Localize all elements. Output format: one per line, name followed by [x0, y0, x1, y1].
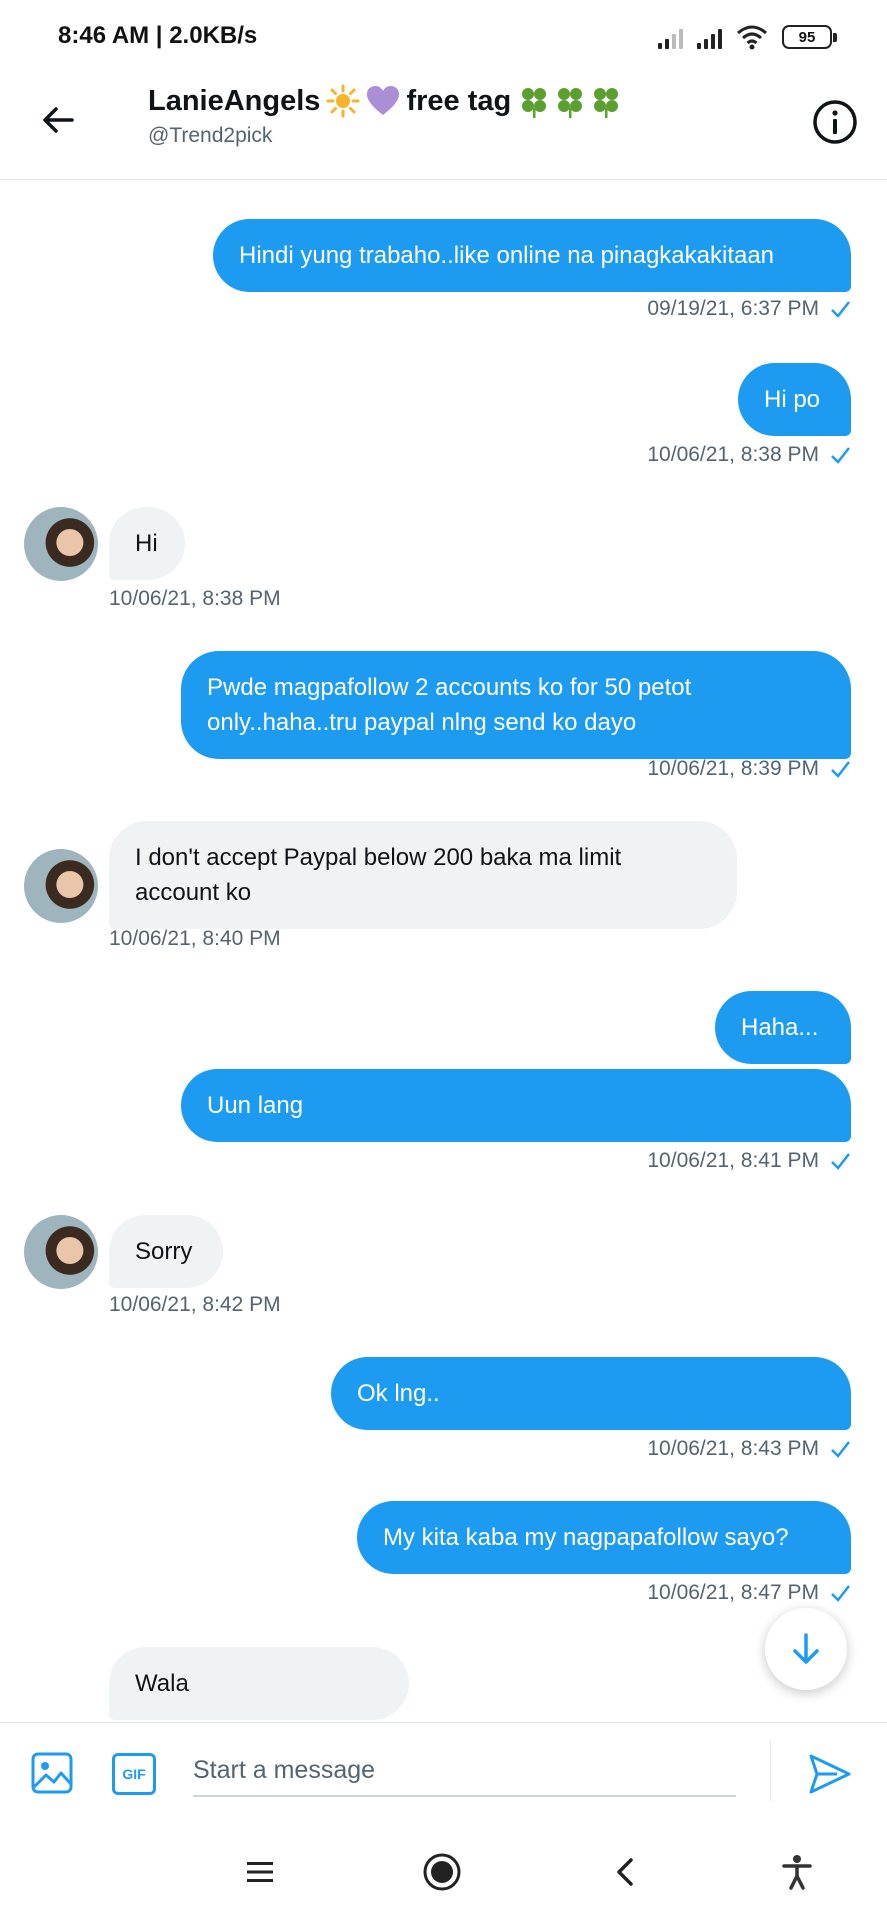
avatar[interactable]: [24, 507, 98, 581]
message-timestamp: 10/06/21, 8:38 PM: [109, 587, 281, 610]
message-bubble-received[interactable]: I don't accept Paypal below 200 baka ma …: [109, 821, 737, 929]
star-icon: [326, 84, 360, 118]
purple-heart-icon: [367, 86, 400, 115]
message-timestamp: 10/06/21, 8:47 PM: [647, 1581, 851, 1605]
system-navigation-bar: [0, 1824, 887, 1920]
avatar[interactable]: [24, 1215, 98, 1289]
message-bubble-sent[interactable]: Haha...: [715, 991, 851, 1064]
message-bubble-sent[interactable]: My kita kaba my nagpapafollow sayo?: [357, 1501, 851, 1574]
battery-icon: 95: [782, 25, 837, 49]
message-bubble-sent[interactable]: Hindi yung trabaho..like online na pinag…: [213, 219, 851, 292]
wifi-icon: [737, 25, 767, 50]
four-leaf-clover-icon: [522, 88, 619, 118]
conversation-header: LanieAngels free tag @Trend2pick: [0, 72, 887, 180]
message-timestamp: 09/19/21, 6:37 PM: [647, 297, 851, 321]
add-photo-button[interactable]: [30, 1751, 74, 1795]
conversation-handle: @Trend2pick: [148, 124, 273, 147]
info-icon: [813, 100, 857, 144]
read-check-icon: [831, 761, 850, 778]
composer-divider: [770, 1741, 771, 1801]
accessibility-icon: [782, 1855, 812, 1890]
status-icons: 95: [658, 22, 837, 52]
signal-2-icon: [697, 25, 722, 49]
menu-button[interactable]: [236, 1848, 284, 1896]
scroll-to-bottom-button[interactable]: [765, 1608, 847, 1690]
message-bubble-sent[interactable]: Hi po: [738, 363, 851, 436]
message-timestamp: 10/06/21, 8:39 PM: [647, 757, 851, 781]
message-timestamp: 10/06/21, 8:41 PM: [647, 1149, 851, 1173]
arrow-down-icon: [793, 1633, 819, 1664]
conversation-name: LanieAngels free tag: [148, 84, 623, 118]
message-bubble-sent[interactable]: Pwde magpafollow 2 accounts ko for 50 pe…: [181, 651, 851, 759]
home-circle-icon: [423, 1853, 461, 1891]
read-check-icon: [831, 1153, 850, 1170]
nav-back-button[interactable]: [601, 1848, 649, 1896]
home-button[interactable]: [418, 1848, 466, 1896]
signal-1-icon: [658, 25, 683, 49]
read-check-icon: [831, 447, 850, 464]
net-speed: 2.0KB/s: [169, 22, 258, 49]
conversation-info-button[interactable]: [811, 98, 859, 146]
message-composer: GIF: [0, 1722, 887, 1822]
read-check-icon: [831, 301, 850, 318]
message-bubble-sent[interactable]: Uun lang: [181, 1069, 851, 1142]
message-bubble-received[interactable]: Wala: [109, 1647, 409, 1720]
send-button[interactable]: [807, 1751, 853, 1797]
send-icon: [809, 1754, 851, 1794]
image-icon: [31, 1752, 73, 1794]
message-timestamp: 10/06/21, 8:40 PM: [109, 927, 281, 950]
message-bubble-sent[interactable]: Ok lng..: [331, 1357, 851, 1430]
back-arrow-icon: [43, 107, 74, 133]
message-input[interactable]: [193, 1745, 736, 1797]
status-bar: 8:46 AM | 2.0KB/s 95: [0, 0, 887, 72]
accessibility-button[interactable]: [773, 1848, 821, 1896]
message-timestamp: 10/06/21, 8:42 PM: [109, 1293, 281, 1316]
message-bubble-received[interactable]: Sorry: [109, 1215, 223, 1288]
gif-button[interactable]: GIF: [112, 1753, 156, 1795]
avatar[interactable]: [24, 849, 98, 923]
gif-icon: GIF: [122, 1766, 146, 1782]
status-time: 8:46 AM | 2.0KB/s: [58, 22, 258, 49]
menu-icon: [247, 1862, 273, 1882]
conversation-title[interactable]: LanieAngels free tag @Trend2pick: [148, 84, 623, 148]
nav-back-icon: [617, 1858, 633, 1886]
message-timestamp: 10/06/21, 8:38 PM: [647, 443, 851, 467]
back-button[interactable]: [34, 96, 82, 144]
message-bubble-received[interactable]: Hi: [109, 507, 185, 580]
message-list[interactable]: Hindi yung trabaho..like online na pinag…: [0, 181, 887, 1721]
read-check-icon: [831, 1441, 850, 1458]
message-timestamp: 10/06/21, 8:43 PM: [647, 1437, 851, 1461]
read-check-icon: [831, 1585, 850, 1602]
